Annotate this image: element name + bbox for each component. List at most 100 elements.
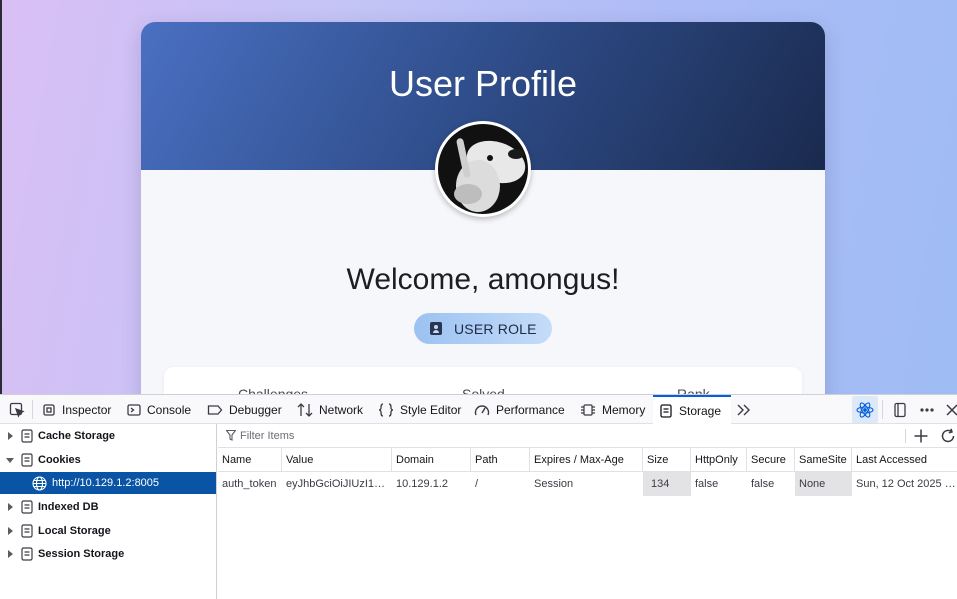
sidebar-item-label: Local Storage — [38, 525, 111, 537]
filter-items-input[interactable] — [224, 427, 904, 445]
tab-network[interactable]: Network — [291, 395, 369, 424]
sidebar-item-cookies[interactable]: Cookies — [0, 449, 216, 471]
tab-memory-label: Memory — [602, 402, 646, 417]
storage-icon — [660, 403, 672, 418]
tab-console-label: Console — [147, 402, 192, 417]
tab-debugger-label: Debugger — [229, 402, 282, 417]
debugger-icon — [207, 404, 223, 415]
tab-performance[interactable]: Performance — [468, 395, 571, 424]
column-header-path[interactable]: Path — [471, 448, 530, 472]
add-item-icon[interactable] — [913, 428, 929, 447]
cookies-table: Name Value Domain Path Expires / Max-Age… — [218, 448, 957, 496]
tab-network-label: Network — [319, 402, 364, 417]
expand-arrow-icon[interactable] — [0, 527, 20, 535]
storage-content: Name Value Domain Path Expires / Max-Age… — [218, 424, 957, 599]
cookie-secure-cell[interactable]: false — [747, 472, 795, 496]
column-header-samesite[interactable]: SameSite — [795, 448, 852, 472]
close-icon[interactable] — [944, 402, 957, 418]
sidebar-item-cookie-origin[interactable]: http://10.129.1.2:8005 — [0, 472, 216, 494]
sidebar-item-local-storage[interactable]: Local Storage — [0, 520, 216, 542]
devtools-panel: Inspector Console Debugger Network Style… — [0, 394, 957, 599]
sidebar-item-session-storage[interactable]: Session Storage — [0, 543, 216, 565]
tab-performance-label: Performance — [496, 402, 565, 417]
tab-style-editor-label: Style Editor — [400, 402, 462, 417]
performance-icon — [474, 404, 490, 415]
stat-challenges-label: Challenges — [238, 386, 309, 394]
cookie-size-cell[interactable]: 134 — [643, 472, 691, 496]
cookie-last-accessed-cell[interactable]: Sun, 12 Oct 2025 2... — [852, 472, 957, 496]
cookie-domain-cell[interactable]: 10.129.1.2 — [392, 472, 471, 496]
sidebar-item-label: Session Storage — [38, 548, 125, 560]
toolbar-separator — [905, 429, 906, 443]
sidebar-item-label: Indexed DB — [38, 501, 99, 513]
network-icon — [297, 402, 313, 417]
id-badge-icon — [430, 322, 442, 335]
storage-icon — [21, 429, 33, 443]
globe-icon — [32, 475, 47, 491]
tab-inspector-label: Inspector — [62, 402, 112, 417]
table-header: Name Value Domain Path Expires / Max-Age… — [218, 448, 957, 472]
style-editor-icon — [378, 402, 394, 417]
inspector-icon — [43, 403, 55, 416]
column-header-expires[interactable]: Expires / Max-Age — [530, 448, 643, 472]
expand-arrow-icon[interactable] — [0, 503, 20, 511]
profile-card: User Profile Welcome, amongus! USER ROLE… — [141, 22, 825, 394]
toolbar-separator — [882, 400, 883, 419]
cookie-samesite-cell[interactable]: None — [795, 472, 852, 496]
tab-style-editor[interactable]: Style Editor — [372, 395, 467, 424]
tab-console[interactable]: Console — [121, 395, 197, 424]
element-picker-icon[interactable] — [9, 402, 25, 418]
more-options-icon[interactable] — [919, 402, 935, 418]
tab-memory[interactable]: Memory — [574, 395, 651, 424]
column-header-name[interactable]: Name — [218, 448, 282, 472]
atom-icon — [856, 402, 874, 418]
tab-debugger[interactable]: Debugger — [201, 395, 288, 424]
window-edge — [0, 0, 2, 394]
avatar — [435, 121, 531, 217]
filter-bar — [218, 424, 957, 448]
welcome-heading: Welcome, amongus! — [346, 263, 620, 296]
responsive-design-icon[interactable] — [892, 402, 908, 418]
more-tabs-chevron-icon[interactable] — [736, 402, 752, 418]
expand-arrow-icon[interactable] — [0, 432, 20, 440]
user-role-badge[interactable]: USER ROLE — [414, 313, 552, 344]
stat-rank-label: Rank — [677, 386, 710, 394]
tab-storage-label: Storage — [679, 403, 722, 418]
devtools-toolbar: Inspector Console Debugger Network Style… — [0, 395, 957, 424]
storage-icon — [21, 524, 33, 538]
collapse-arrow-icon[interactable] — [0, 456, 20, 464]
page-title: User Profile — [388, 63, 578, 104]
cookie-name-cell[interactable]: auth_token — [218, 472, 282, 496]
user-role-label: USER ROLE — [454, 320, 537, 337]
stat-solved-label: Solved — [462, 386, 505, 394]
storage-icon — [21, 453, 33, 467]
column-header-last-accessed[interactable]: Last Accessed — [852, 448, 957, 472]
column-header-value[interactable]: Value — [282, 448, 392, 472]
toolbar-separator — [32, 400, 33, 419]
stats-panel: Challenges Solved Rank — [164, 367, 802, 394]
sidebar-item-indexed-db[interactable]: Indexed DB — [0, 496, 216, 518]
cookie-expires-cell[interactable]: Session — [530, 472, 643, 496]
tab-storage[interactable]: Storage — [653, 395, 731, 424]
refresh-icon[interactable] — [940, 428, 956, 447]
tab-inspector[interactable]: Inspector — [36, 395, 117, 424]
sidebar-item-cache-storage[interactable]: Cache Storage — [0, 425, 216, 447]
cookie-httponly-cell[interactable]: false — [691, 472, 747, 496]
sidebar-item-label: Cookies — [38, 454, 81, 466]
expand-arrow-icon[interactable] — [0, 550, 20, 558]
react-devtools-button[interactable] — [852, 396, 878, 423]
sidebar-item-label: http://10.129.1.2:8005 — [52, 477, 160, 489]
sidebar-item-label: Cache Storage — [38, 430, 116, 442]
console-icon — [127, 403, 141, 416]
page-viewport: User Profile Welcome, amongus! USER ROLE… — [0, 0, 957, 394]
table-row[interactable]: auth_token eyJhbGciOiJIUzI1NiIsInR5cCI6I… — [218, 472, 957, 496]
storage-icon — [21, 500, 33, 514]
storage-sidebar: Cache Storage Cookies http://10.129.1.2:… — [0, 424, 217, 599]
cookie-path-cell[interactable]: / — [471, 472, 530, 496]
column-header-domain[interactable]: Domain — [392, 448, 471, 472]
column-header-secure[interactable]: Secure — [747, 448, 795, 472]
column-header-httponly[interactable]: HttpOnly — [691, 448, 747, 472]
storage-icon — [21, 547, 33, 561]
cookie-value-cell[interactable]: eyJhbGciOiJIUzI1NiIsInR5cCI6IkpXVCJ9 — [282, 472, 392, 496]
column-header-size[interactable]: Size — [643, 448, 691, 472]
